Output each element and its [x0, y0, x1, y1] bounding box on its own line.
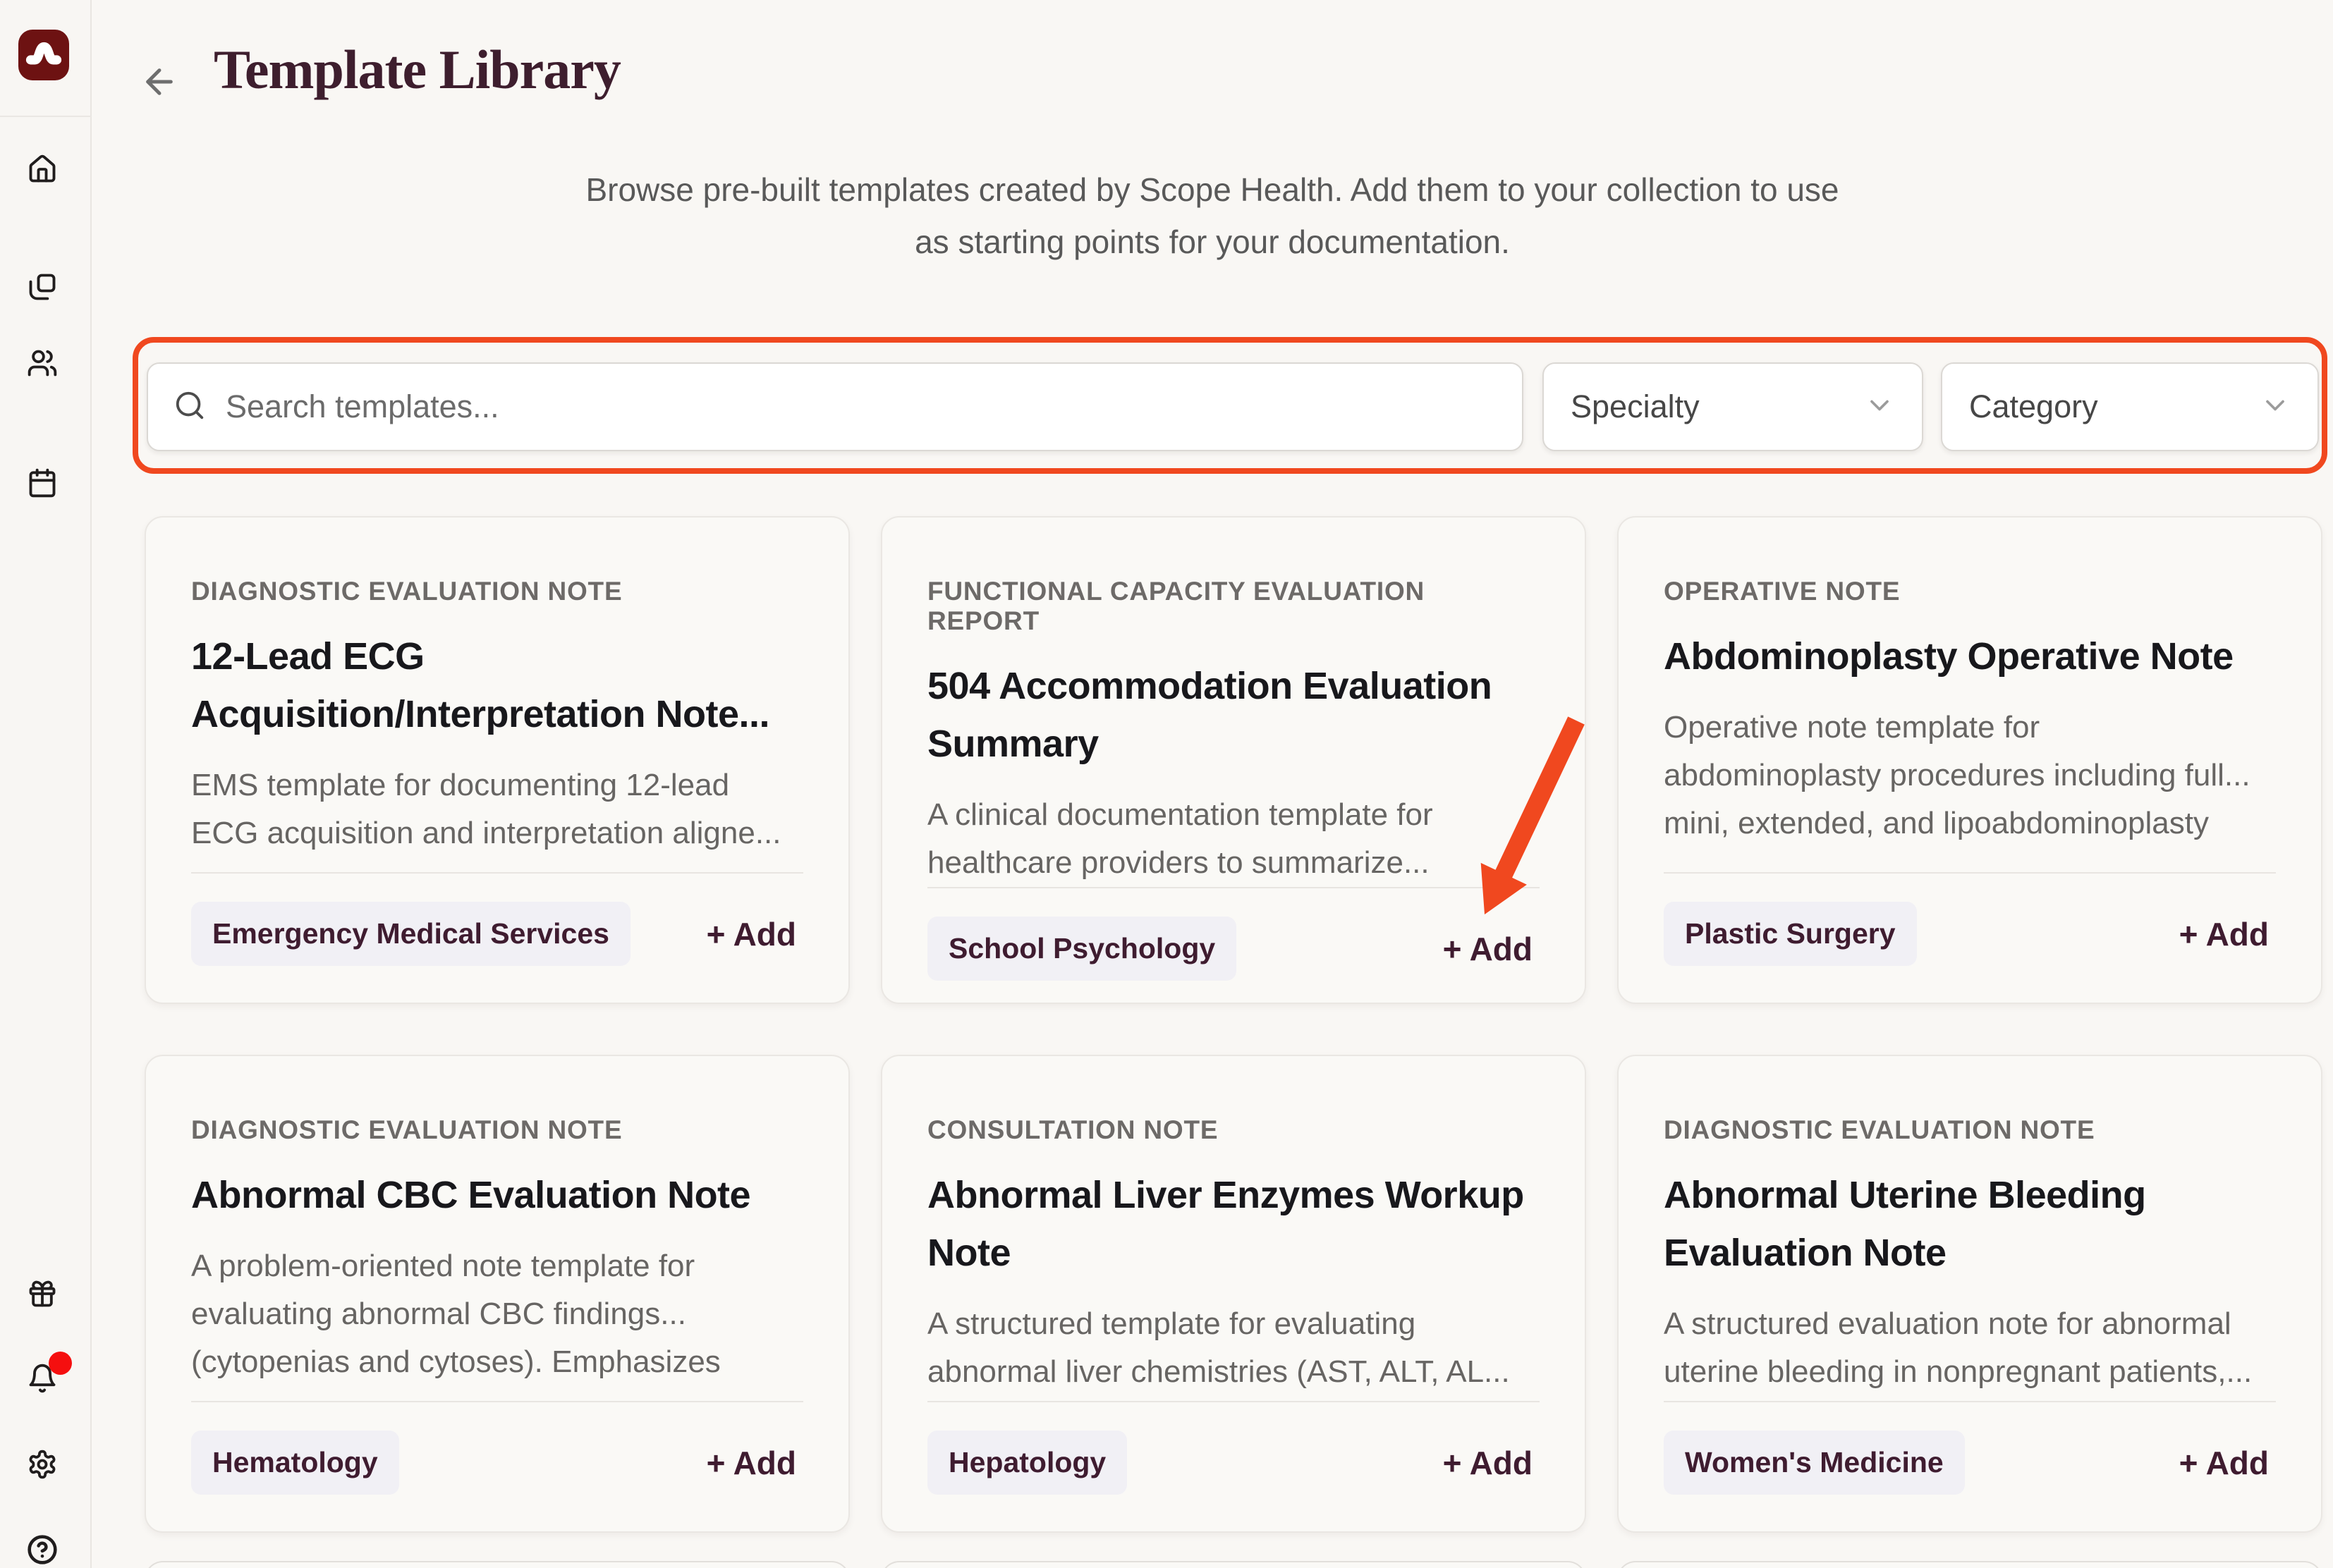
bell-icon [27, 1385, 58, 1397]
card-description: Operative note template for abdominoplas… [1664, 704, 2276, 847]
card-description: A problem-oriented note template for eva… [191, 1242, 803, 1386]
templates-icon [27, 293, 58, 305]
sidebar-item-calendar[interactable] [27, 467, 58, 498]
gift-icon [27, 1300, 58, 1312]
card-title: Abnormal Uterine Bleeding Evaluation Not… [1664, 1166, 2276, 1282]
add-template-button[interactable]: + Add [1443, 1444, 1540, 1482]
card-type-label: DIAGNOSTIC EVALUATION NOTE [1664, 1115, 2276, 1145]
template-card[interactable]: FUNCTIONAL CAPACITY EVALUATION REPORT 50… [881, 516, 1586, 1004]
card-type-label: DIAGNOSTIC EVALUATION NOTE [191, 577, 803, 606]
sidebar-item-templates[interactable] [27, 271, 58, 302]
template-card-partial [1617, 1561, 2322, 1568]
card-footer: Women's Medicine + Add [1664, 1401, 2276, 1495]
card-type-label: OPERATIVE NOTE [1664, 577, 2276, 606]
template-card-partial [145, 1561, 850, 1568]
add-template-button[interactable]: + Add [2179, 1444, 2276, 1482]
search-icon [173, 389, 206, 425]
category-filter-dropdown[interactable]: Category [1941, 362, 2319, 451]
notification-badge [49, 1352, 72, 1375]
template-grid-row-2: DIAGNOSTIC EVALUATION NOTE Abnormal CBC … [145, 1055, 2322, 1533]
help-icon [27, 1556, 58, 1568]
add-template-button[interactable]: + Add [707, 1444, 803, 1482]
specialty-filter-dropdown[interactable]: Specialty [1542, 362, 1923, 451]
card-description: EMS template for documenting 12-lead ECG… [191, 761, 803, 857]
card-description: A structured evaluation note for abnorma… [1664, 1300, 2276, 1396]
add-template-button[interactable]: + Add [707, 915, 803, 953]
card-description: A structured template for evaluating abn… [927, 1300, 1540, 1396]
page-subtitle: Browse pre-built templates created by Sc… [92, 164, 2333, 268]
card-type-label: FUNCTIONAL CAPACITY EVALUATION REPORT [927, 577, 1540, 636]
card-title: Abnormal CBC Evaluation Note [191, 1166, 803, 1224]
template-card[interactable]: DIAGNOSTIC EVALUATION NOTE Abnormal Uter… [1617, 1055, 2322, 1533]
calendar-icon [27, 489, 58, 501]
card-footer: Hematology + Add [191, 1401, 803, 1495]
home-icon [27, 176, 58, 188]
card-footer: Hepatology + Add [927, 1401, 1540, 1495]
search-bar [147, 362, 1523, 451]
add-template-button[interactable]: + Add [2179, 915, 2276, 953]
main-content: Template Library Browse pre-built templa… [92, 0, 2333, 1568]
template-card[interactable]: DIAGNOSTIC EVALUATION NOTE Abnormal CBC … [145, 1055, 850, 1533]
template-card[interactable]: DIAGNOSTIC EVALUATION NOTE 12-Lead ECG A… [145, 516, 850, 1004]
category-filter-label: Category [1969, 388, 2098, 425]
specialty-tag: School Psychology [927, 917, 1236, 981]
back-button[interactable] [140, 62, 179, 102]
scope-health-logo-icon [20, 30, 67, 80]
sidebar-item-help[interactable] [27, 1534, 58, 1565]
card-description: A clinical documentation template for he… [927, 791, 1540, 887]
template-grid-row-3 [145, 1561, 2322, 1568]
chevron-down-icon [2260, 390, 2291, 424]
gear-icon [27, 1471, 58, 1483]
sidebar-item-notifications[interactable] [27, 1363, 58, 1394]
sidebar-divider [0, 116, 92, 117]
card-footer: Plastic Surgery + Add [1664, 872, 2276, 966]
card-title: Abdominoplasty Operative Note [1664, 627, 2276, 685]
card-type-label: CONSULTATION NOTE [927, 1115, 1540, 1145]
add-template-button[interactable]: + Add [1443, 930, 1540, 968]
sidebar-item-home[interactable] [27, 154, 58, 185]
template-library-page: Template Library Browse pre-built templa… [0, 0, 2333, 1568]
card-footer: School Psychology + Add [927, 887, 1540, 981]
template-grid-row-1: DIAGNOSTIC EVALUATION NOTE 12-Lead ECG A… [145, 516, 2322, 1004]
card-title: 12-Lead ECG Acquisition/Interpretation N… [191, 627, 803, 743]
template-card[interactable]: OPERATIVE NOTE Abdominoplasty Operative … [1617, 516, 2322, 1004]
card-title: Abnormal Liver Enzymes Workup Note [927, 1166, 1540, 1282]
patients-icon [27, 369, 58, 381]
search-input[interactable] [226, 388, 1497, 425]
card-type-label: DIAGNOSTIC EVALUATION NOTE [191, 1115, 803, 1145]
sidebar-item-patients[interactable] [27, 348, 58, 379]
sidebar-item-rewards[interactable] [27, 1278, 58, 1309]
arrow-left-icon [140, 92, 179, 104]
template-card-partial [881, 1561, 1586, 1568]
specialty-tag: Hepatology [927, 1431, 1127, 1495]
card-footer: Emergency Medical Services + Add [191, 872, 803, 966]
chevron-down-icon [1864, 390, 1895, 424]
specialty-tag: Emergency Medical Services [191, 902, 631, 966]
specialty-tag: Women's Medicine [1664, 1431, 1965, 1495]
specialty-tag: Plastic Surgery [1664, 902, 1917, 966]
app-logo[interactable] [18, 30, 69, 80]
page-title: Template Library [214, 31, 621, 109]
sidebar-item-settings[interactable] [27, 1449, 58, 1480]
sidebar [0, 0, 92, 1568]
specialty-tag: Hematology [191, 1431, 399, 1495]
specialty-filter-label: Specialty [1571, 388, 1700, 425]
card-title: 504 Accommodation Evaluation Summary [927, 657, 1540, 773]
template-card[interactable]: CONSULTATION NOTE Abnormal Liver Enzymes… [881, 1055, 1586, 1533]
